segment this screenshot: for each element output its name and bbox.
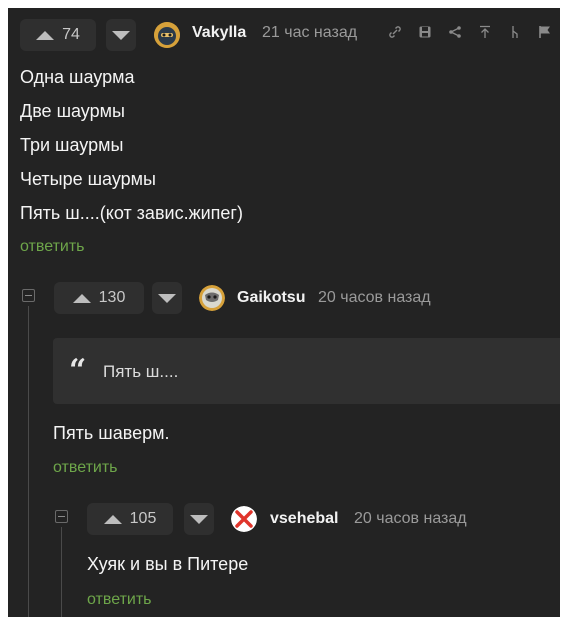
username[interactable]: vsehebal: [270, 510, 338, 528]
reply-link[interactable]: ответить: [87, 591, 152, 609]
comment-text-line: Пять ш....(кот завис.жипег): [20, 203, 243, 223]
timestamp[interactable]: 20 часов назад: [354, 510, 467, 528]
timestamp[interactable]: 20 часов назад: [318, 289, 431, 307]
upvote-button[interactable]: 130: [54, 282, 144, 314]
username[interactable]: Gaikotsu: [237, 289, 305, 307]
flag-icon[interactable]: [538, 25, 552, 42]
quote-text: Пять ш....: [103, 362, 179, 381]
downvote-button[interactable]: [152, 282, 182, 314]
comment-text-line: Пять шаверм.: [53, 423, 170, 443]
arrow-down-icon: [158, 293, 176, 303]
arrow-down-icon: [190, 514, 208, 524]
scroll-top-icon[interactable]: [478, 25, 492, 42]
arrow-down-icon: [112, 30, 130, 40]
reply-link[interactable]: ответить: [53, 459, 118, 477]
comment-text-line: Одна шаурма: [20, 67, 135, 87]
comments-panel: 74 Vakylla 21 час назад Одна шаурма Две …: [8, 8, 560, 617]
arrow-up-icon: [72, 293, 91, 303]
save-icon[interactable]: [418, 25, 432, 42]
downvote-button[interactable]: [184, 503, 214, 535]
comment-text-line: Три шаурмы: [20, 135, 124, 155]
share-icon[interactable]: [448, 25, 462, 42]
arrow-up-icon: [103, 514, 122, 524]
comment-text-line: Две шаурмы: [20, 101, 125, 121]
avatar[interactable]: [154, 22, 180, 48]
arrow-up-icon: [36, 30, 55, 40]
collapse-thread-button[interactable]: [22, 289, 35, 302]
thread-line[interactable]: [61, 527, 62, 617]
vote-count: 105: [129, 510, 157, 527]
username[interactable]: Vakylla: [192, 24, 246, 42]
link-icon[interactable]: [388, 25, 402, 42]
upvote-button[interactable]: 105: [87, 503, 173, 535]
avatar[interactable]: [199, 285, 225, 311]
timestamp[interactable]: 21 час назад: [262, 24, 357, 42]
avatar[interactable]: [231, 506, 257, 532]
branch-icon[interactable]: [508, 25, 522, 42]
vote-count: 130: [98, 289, 126, 306]
quote-block: “ Пять ш....: [53, 338, 560, 404]
quote-icon: “: [69, 353, 87, 388]
collapse-thread-button[interactable]: [55, 510, 68, 523]
vote-count: 74: [62, 26, 80, 43]
downvote-button[interactable]: [106, 19, 136, 51]
comment-text-line: Хуяк и вы в Питере: [87, 554, 249, 574]
reply-link[interactable]: ответить: [20, 238, 85, 256]
thread-line[interactable]: [28, 306, 29, 617]
comment-text-line: Четыре шаурмы: [20, 169, 156, 189]
upvote-button[interactable]: 74: [20, 19, 96, 51]
